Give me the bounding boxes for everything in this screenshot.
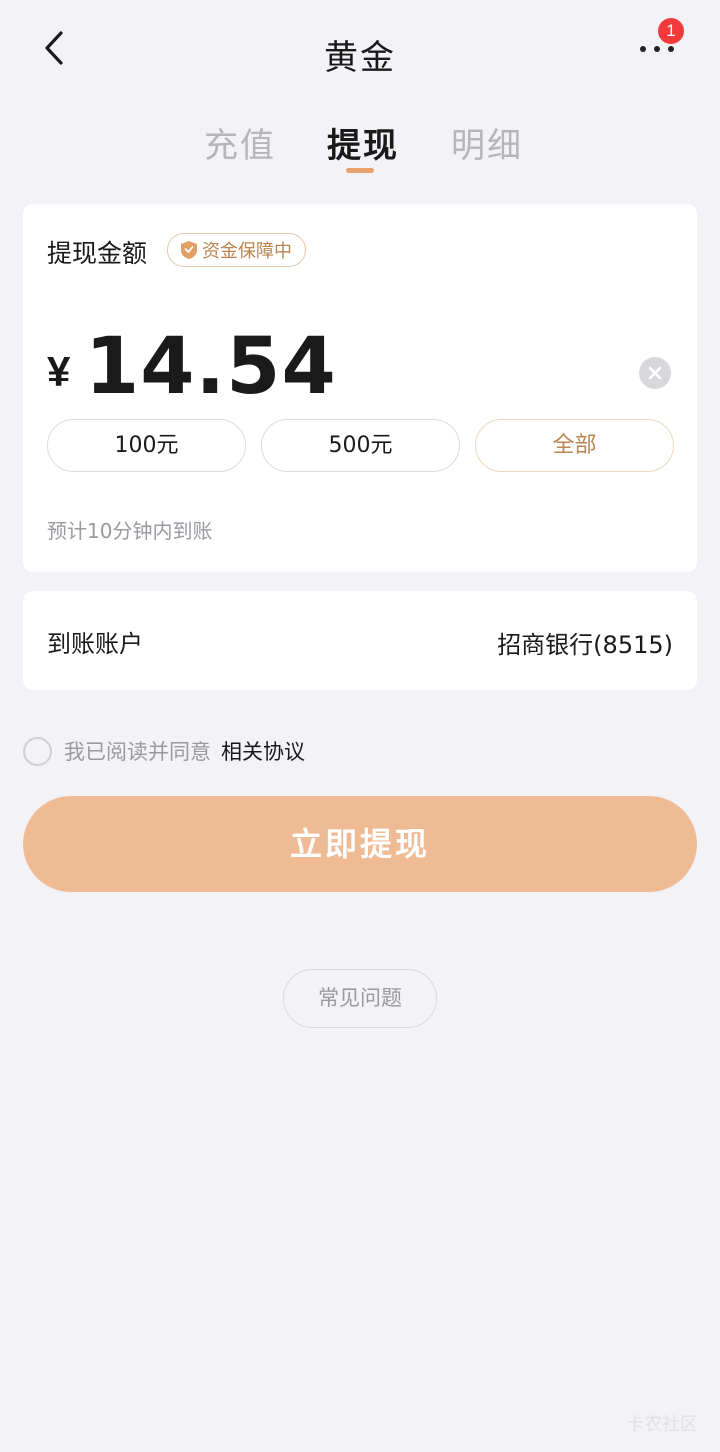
quick-amount-100-button[interactable]: 100元: [47, 419, 246, 472]
agreement-row: 我已阅读并同意 相关协议: [23, 735, 305, 767]
page: 黄金 1 充值 提现 明细 提现金额 资金保障中 ¥ 14.54 100元 50…: [0, 0, 720, 1452]
amount-value[interactable]: 14.54: [85, 322, 337, 412]
header: 黄金 1: [0, 0, 720, 100]
account-label: 到账账户: [47, 630, 143, 658]
notification-badge: 1: [658, 18, 684, 44]
withdraw-submit-button[interactable]: 立即提现: [23, 796, 697, 892]
account-value: 招商银行(8515): [497, 631, 673, 659]
more-dots-icon: [640, 46, 674, 52]
tab-recharge[interactable]: 充值: [204, 118, 276, 167]
fund-safety-text: 资金保障中: [202, 241, 292, 262]
quick-amount-500-button[interactable]: 500元: [261, 419, 460, 472]
active-tab-indicator: [346, 168, 374, 173]
watermark: 卡农社区: [626, 1414, 698, 1435]
tab-withdraw[interactable]: 提现: [327, 118, 399, 167]
quick-amount-row: 100元 500元 全部: [47, 419, 674, 473]
quick-amount-all-button[interactable]: 全部: [475, 419, 674, 472]
withdraw-amount-label: 提现金额: [47, 239, 148, 268]
clear-amount-button[interactable]: [639, 357, 671, 389]
tab-details[interactable]: 明细: [451, 118, 523, 167]
close-icon: [648, 366, 662, 380]
amount-input[interactable]: ¥ 14.54: [47, 322, 673, 412]
currency-symbol: ¥: [47, 348, 71, 395]
fund-safety-badge: 资金保障中: [167, 233, 306, 267]
more-button[interactable]: 1: [630, 18, 690, 74]
agreement-checkbox[interactable]: [23, 736, 52, 766]
withdraw-amount-card: 提现金额 资金保障中 ¥ 14.54 100元 500元 全部 预计10分钟内到…: [23, 204, 697, 572]
arrival-note: 预计10分钟内到账: [47, 519, 213, 543]
page-title: 黄金: [324, 38, 396, 78]
shield-icon: [180, 240, 198, 260]
account-row[interactable]: 到账账户 招商银行(8515): [23, 591, 697, 690]
agreement-link[interactable]: 相关协议: [221, 736, 305, 766]
agreement-text: 我已阅读并同意: [64, 740, 211, 764]
faq-button[interactable]: 常见问题: [283, 969, 437, 1028]
tab-bar: 充值 提现 明细: [0, 112, 720, 176]
